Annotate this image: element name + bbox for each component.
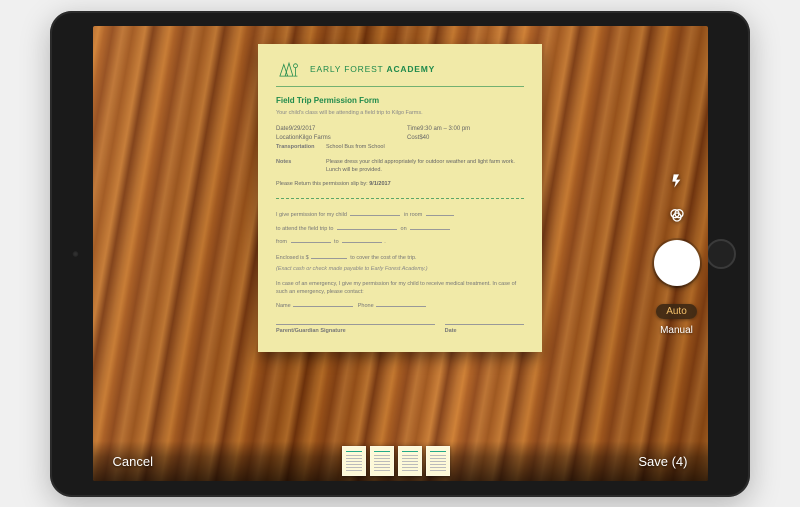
scanner-screen: EARLY FOREST ACADEMY Field Trip Permissi…	[93, 26, 708, 481]
flash-icon	[669, 173, 685, 192]
enclosed-line: Enclosed is $ to cover the cost of the t…	[276, 252, 524, 262]
date-value: 9/29/2017	[289, 125, 316, 134]
signature-label: Parent/Guardian Signature	[276, 327, 435, 335]
save-button[interactable]: Save (4)	[632, 453, 693, 470]
tear-line	[276, 198, 524, 199]
flash-toggle-button[interactable]	[666, 172, 688, 194]
location-value: Kilgo Farms	[299, 134, 331, 143]
camera-controls: Auto Manual	[654, 172, 700, 336]
shutter-button[interactable]	[654, 240, 700, 286]
mode-auto[interactable]: Auto	[656, 304, 697, 319]
filter-button[interactable]	[666, 206, 688, 228]
brand-light: EARLY FOREST	[310, 64, 387, 74]
form-subtitle: Your child's class will be attending a f…	[276, 109, 524, 117]
scan-thumbnails[interactable]	[342, 446, 450, 476]
transport-label: Transportation	[276, 143, 326, 151]
scanned-document-preview: EARLY FOREST ACADEMY Field Trip Permissi…	[258, 44, 542, 352]
brand-bold: ACADEMY	[387, 64, 436, 74]
mode-manual[interactable]: Manual	[660, 325, 693, 336]
contact-line: Name Phone	[276, 300, 524, 310]
header-rule	[276, 86, 524, 87]
notes-value: Please dress your child appropriately fo…	[326, 158, 524, 175]
cost-label: Cost	[407, 134, 419, 143]
academy-logo-icon	[276, 58, 302, 80]
cancel-button[interactable]: Cancel	[107, 453, 159, 470]
time-value: 9:30 am – 3:00 pm	[420, 125, 470, 134]
ipad-front-camera	[72, 250, 79, 257]
permission-line-1: I give permission for my child in room	[276, 209, 524, 219]
signature-date-label: Date	[445, 327, 524, 335]
academy-brand: EARLY FOREST ACADEMY	[310, 63, 435, 76]
ipad-device-frame: EARLY FOREST ACADEMY Field Trip Permissi…	[50, 11, 750, 497]
return-line: Please Return this permission slip by: 9…	[276, 180, 524, 188]
cost-value: $40	[419, 134, 429, 143]
thumbnail-4[interactable]	[426, 446, 450, 476]
transport-value: School Bus from School	[326, 143, 524, 151]
time-label: Time	[407, 125, 420, 134]
payable-line: (Exact cash or check made payable to Ear…	[276, 265, 524, 273]
bottom-toolbar: Cancel Save (4)	[93, 441, 708, 481]
permission-line-3: from to .	[276, 236, 524, 246]
thumbnail-3[interactable]	[398, 446, 422, 476]
notes-label: Notes	[276, 158, 326, 175]
filter-circles-icon	[669, 207, 685, 226]
ipad-home-button	[706, 239, 736, 269]
form-title: Field Trip Permission Form	[276, 95, 524, 107]
emergency-line: In case of an emergency, I give my permi…	[276, 280, 524, 297]
date-label: Date	[276, 125, 289, 134]
thumbnail-1[interactable]	[342, 446, 366, 476]
thumbnail-2[interactable]	[370, 446, 394, 476]
capture-mode-toggle[interactable]: Auto Manual	[656, 304, 697, 336]
permission-line-2: to attend the field trip to on	[276, 223, 524, 233]
location-label: Location	[276, 134, 299, 143]
